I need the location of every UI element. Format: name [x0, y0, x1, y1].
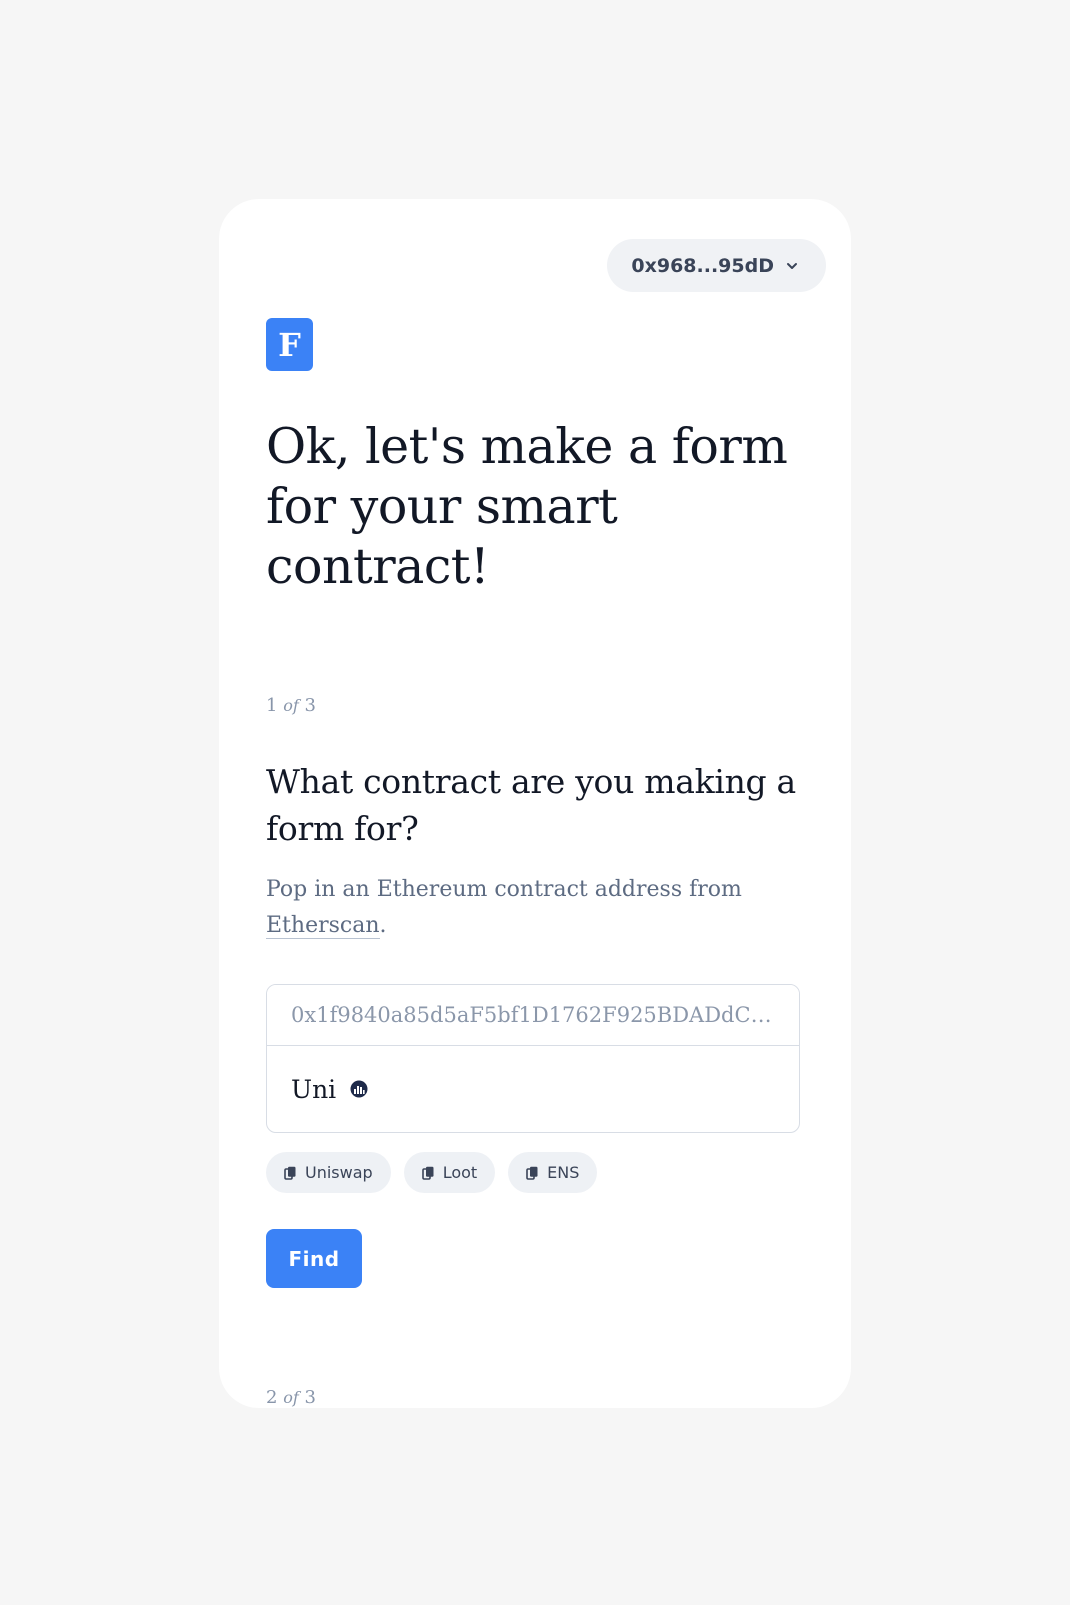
chip-loot[interactable]: Loot [403, 1152, 496, 1193]
chip-label: Uniswap [305, 1163, 373, 1182]
main-card: 0x968...95dD F Ok, let's make a form for… [219, 199, 851, 1408]
page-title: Ok, let's make a form for your smart con… [266, 418, 788, 595]
contract-address-input[interactable] [267, 985, 799, 1046]
uniswap-logo-icon [350, 1080, 368, 1098]
find-button[interactable]: Find [266, 1229, 362, 1288]
chip-label: Loot [442, 1163, 478, 1182]
chevron-down-icon [784, 258, 800, 274]
chip-ens[interactable]: ENS [508, 1152, 598, 1193]
wallet-address: 0x968...95dD [631, 254, 774, 277]
question-help: Pop in an Ethereum contract address from… [266, 872, 826, 944]
resolved-contract-name: Uni [291, 1074, 337, 1104]
step-number: 2 [266, 1387, 278, 1408]
chip-label: ENS [547, 1163, 580, 1182]
chip-uniswap[interactable]: Uniswap [266, 1152, 391, 1193]
app-logo: F [266, 318, 313, 371]
contract-address-box: Uni [266, 984, 800, 1133]
step-indicator-1: 1 of 3 [266, 695, 316, 716]
step-number: 1 [266, 695, 278, 716]
help-text: Pop in an Ethereum contract address from [266, 877, 742, 902]
logo-letter: F [278, 325, 301, 364]
step-total: 3 [304, 695, 316, 716]
resolved-contract: Uni [267, 1046, 799, 1132]
step-indicator-2: 2 of 3 [266, 1387, 316, 1408]
step-of: of [283, 1388, 299, 1407]
step-total: 3 [304, 1387, 316, 1408]
etherscan-link[interactable]: Etherscan [266, 913, 380, 939]
copy-icon [284, 1166, 297, 1180]
help-suffix: . [379, 913, 387, 938]
question-title: What contract are you making a form for? [266, 762, 796, 848]
copy-icon [526, 1166, 539, 1180]
copy-icon [421, 1166, 435, 1180]
wallet-address-button[interactable]: 0x968...95dD [607, 239, 826, 292]
example-chips: Uniswap Loot ENS [266, 1152, 598, 1193]
step-of: of [283, 696, 299, 715]
